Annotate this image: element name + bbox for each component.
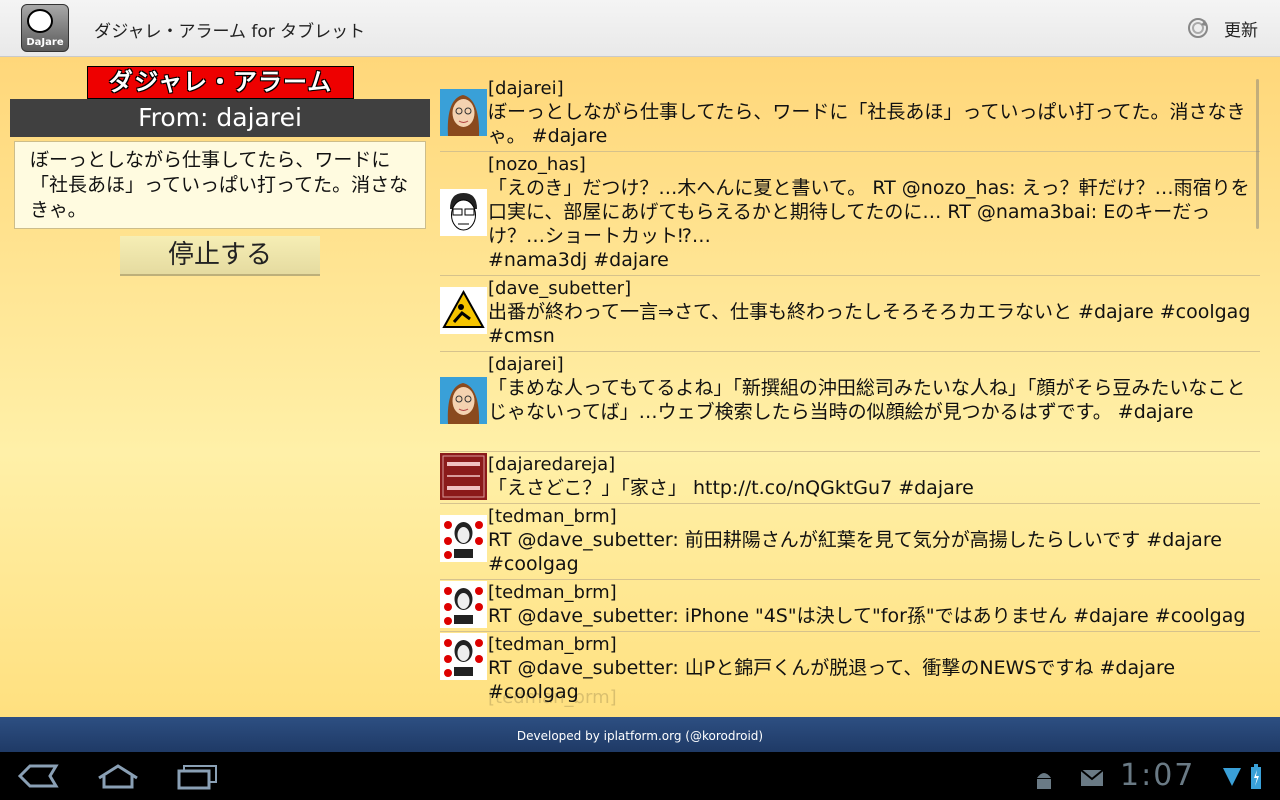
- tweet-user: [dajarei]: [488, 78, 564, 99]
- tweet-user: [dajarei]: [488, 354, 564, 375]
- alarm-message: ぼーっとしながら仕事してたら、ワードに「社長あほ」っていっぱい打ってた。消さなき…: [14, 141, 426, 229]
- from-label: From: dajarei: [10, 99, 430, 137]
- tweet-text: 出番が終わって一言⇒さて、仕事も終わったしそろそろカエラないと #dajare …: [488, 301, 1251, 347]
- back-icon[interactable]: [16, 762, 60, 790]
- tweet-item[interactable]: [dajaredareja] 「えさどこ？」「家さ」 http://t.co/n…: [440, 451, 1260, 504]
- tweet-item[interactable]: [tedman_brm] RT @dave_subetter: 山Pと錦戸くんが…: [440, 631, 1260, 703]
- tweet-item[interactable]: [dajarei] 「まめな人ってもてるよね」「新撰組の沖田総司みたいな人ね」「…: [440, 351, 1260, 452]
- poster-avatar-icon: [440, 581, 487, 628]
- tweet-text: ぼーっとしながら仕事してたら、ワードに「社長あほ」っていっぱい打ってた。消さなき…: [488, 101, 1246, 147]
- tweet-text: 「えのき」だつけ？…木へんに夏と書いて。 RT @nozo_has: えっ？軒だ…: [488, 177, 1250, 271]
- action-bar: DaJare ダジャレ・アラーム for タブレット 更新: [0, 0, 1280, 57]
- poster-avatar-icon: [440, 515, 487, 562]
- tweet-user: [tedman_brm]: [488, 582, 617, 603]
- tweet-item[interactable]: [dave_subetter] 出番が終わって一言⇒さて、仕事も終わったしそろそ…: [440, 275, 1260, 352]
- developer-footer: Developed by iplatform.org (@korodroid): [0, 717, 1280, 752]
- android-debug-icon: [1037, 773, 1051, 789]
- next-tweet-user-faded: [tedman_brm]: [488, 687, 617, 708]
- tweet-user: [tedman_brm]: [488, 634, 617, 655]
- timeline-scrollbar[interactable]: [1256, 79, 1259, 229]
- tweet-item[interactable]: [dajarei] ぼーっとしながら仕事してたら、ワードに「社長あほ」っていっぱ…: [440, 75, 1260, 152]
- woman-avatar-icon: [440, 89, 487, 136]
- battery-icon: [1251, 764, 1261, 789]
- tweet-user: [tedman_brm]: [488, 506, 617, 527]
- gmail-icon: [1080, 769, 1104, 786]
- stop-button[interactable]: 停止する: [120, 236, 320, 276]
- app-title: ダジャレ・アラーム for タブレット: [94, 22, 366, 42]
- home-icon[interactable]: [96, 762, 140, 790]
- main-content: ダジャレ・アラーム From: dajarei ぼーっとしながら仕事してたら、ワ…: [0, 57, 1280, 717]
- recent-apps-icon[interactable]: [176, 762, 220, 790]
- tweet-text: 「えさどこ？」「家さ」 http://t.co/nQGktGu7 #dajare: [488, 477, 974, 499]
- wifi-icon: [1223, 768, 1241, 786]
- tweet-user: [dajaredareja]: [488, 454, 616, 475]
- glasses-man-avatar-icon: [440, 189, 487, 236]
- tweet-item[interactable]: [nozo_has] 「えのき」だつけ？…木へんに夏と書いて。 RT @nozo…: [440, 151, 1260, 276]
- app-icon[interactable]: DaJare: [21, 4, 69, 52]
- status-clock: 1:07: [1120, 758, 1196, 793]
- alarm-banner: ダジャレ・アラーム: [87, 66, 354, 99]
- tweet-item[interactable]: [tedman_brm] RT @dave_subetter: 前田耕陽さんが紅…: [440, 503, 1260, 580]
- tweet-timeline[interactable]: [dajarei] ぼーっとしながら仕事してたら、ワードに「社長あほ」っていっぱ…: [440, 75, 1260, 703]
- poster-avatar-icon: [440, 633, 487, 680]
- dajare-logo-avatar-icon: [440, 453, 487, 500]
- refresh-button[interactable]: 更新: [1186, 14, 1258, 42]
- caution-sign-avatar-icon: [440, 287, 487, 334]
- app-icon-label: DaJare: [26, 37, 64, 48]
- tweet-text: RT @dave_subetter: 前田耕陽さんが紅葉を見て気分が高揚したらし…: [488, 529, 1222, 575]
- system-bar: [0, 752, 1280, 800]
- tweet-text: RT @dave_subetter: iPhone "4S"は決して"for孫"…: [488, 605, 1246, 627]
- clock-face-icon: [27, 9, 53, 33]
- refresh-label: 更新: [1224, 20, 1258, 41]
- tweet-text: 「まめな人ってもてるよね」「新撰組の沖田総司みたいな人ね」「顔がそら豆みたいなこ…: [488, 377, 1246, 423]
- woman-avatar-icon: [440, 377, 487, 424]
- tweet-user: [dave_subetter]: [488, 278, 632, 299]
- refresh-icon: [1188, 18, 1208, 38]
- tweet-user: [nozo_has]: [488, 154, 586, 175]
- tweet-item[interactable]: [tedman_brm] RT @dave_subetter: iPhone "…: [440, 579, 1260, 632]
